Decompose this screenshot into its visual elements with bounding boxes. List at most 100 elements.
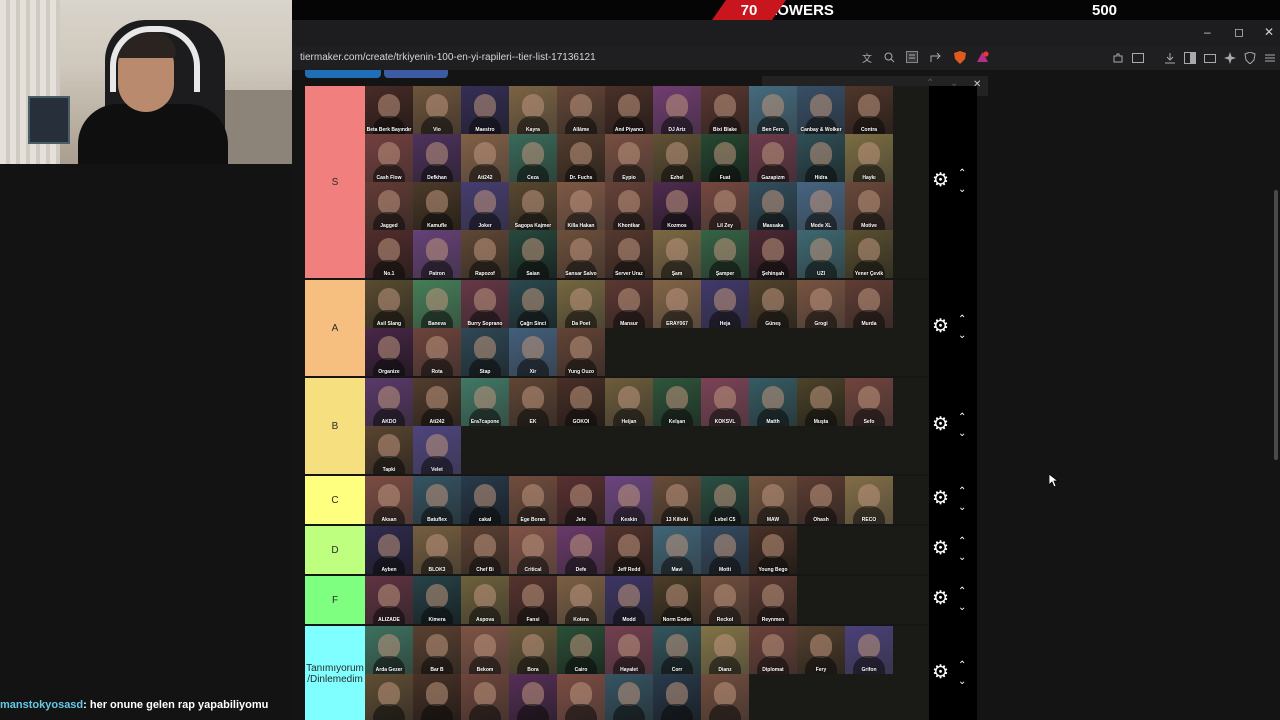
zoom-icon[interactable] — [884, 52, 895, 63]
rapper-card[interactable]: Grogi — [797, 280, 845, 328]
chevron-down-icon[interactable]: ⌄ — [958, 550, 966, 566]
rapper-card[interactable]: Fuat — [701, 134, 749, 182]
brave-shield-icon[interactable] — [954, 51, 966, 64]
url-field[interactable]: tiermaker.com/create/trkiyenin-100-en-yi… — [300, 52, 596, 63]
extensions-icon[interactable] — [1112, 52, 1124, 64]
gear-icon[interactable]: ⚙ — [932, 487, 949, 510]
rapper-card[interactable]: Mavi — [653, 526, 701, 574]
chevron-up-icon[interactable]: ⌃ — [958, 166, 966, 182]
move-tier-arrows[interactable]: ⌃ ⌄ — [958, 312, 966, 344]
restore-button[interactable]: ◻ — [1234, 25, 1244, 39]
rapper-card[interactable]: Kozmos — [653, 182, 701, 230]
rapper-card[interactable]: Allâme — [557, 86, 605, 134]
rapper-card[interactable]: Dr. Fuchs — [557, 134, 605, 182]
rapper-card[interactable]: Canbay & Wolker — [797, 86, 845, 134]
rapper-card[interactable]: KÖKSVL — [701, 378, 749, 426]
rapper-card[interactable]: Hayalet — [605, 626, 653, 674]
sidebar-icon[interactable] — [1184, 52, 1196, 64]
rapper-card[interactable]: Defe — [557, 526, 605, 574]
rapper-card[interactable]: Baneva — [413, 280, 461, 328]
rapper-card[interactable]: Reckol — [701, 576, 749, 624]
rapper-card[interactable]: Gazapizm — [749, 134, 797, 182]
chevron-up-icon[interactable]: ⌃ — [958, 658, 966, 674]
rapper-card[interactable] — [605, 674, 653, 720]
rapper-card[interactable]: Defkhan — [413, 134, 461, 182]
rapper-card[interactable]: BLOK3 — [413, 526, 461, 574]
gear-icon[interactable]: ⚙ — [932, 315, 949, 338]
rapper-card[interactable]: Velet — [413, 426, 461, 474]
rapper-card[interactable] — [461, 674, 509, 720]
rapper-card[interactable]: Bixi Blake — [701, 86, 749, 134]
rapper-card[interactable]: Kolera — [557, 576, 605, 624]
rapper-card[interactable]: Eypio — [605, 134, 653, 182]
rapper-card[interactable]: Tapki — [365, 426, 413, 474]
rapper-card[interactable]: Patron — [413, 230, 461, 278]
rapper-card[interactable] — [701, 674, 749, 720]
rapper-card[interactable] — [557, 674, 605, 720]
rapper-card[interactable]: Çağrı Sinci — [509, 280, 557, 328]
gear-icon[interactable]: ⚙ — [932, 169, 949, 192]
rapper-card[interactable]: Kelşan — [653, 378, 701, 426]
rapper-card[interactable]: Burry Soprano — [461, 280, 509, 328]
rapper-card[interactable]: Şam — [653, 230, 701, 278]
rapper-card[interactable]: Server Uraz — [605, 230, 653, 278]
brave-rewards-icon[interactable] — [976, 51, 989, 64]
rapper-card[interactable]: GOKOI — [557, 378, 605, 426]
tab-stub-1[interactable] — [305, 70, 381, 78]
minimize-button[interactable]: – — [1204, 25, 1211, 39]
rapper-card[interactable]: Beta Berk Bayındır — [365, 86, 413, 134]
rapper-card[interactable]: Khontkar — [605, 182, 653, 230]
rapper-card[interactable]: Jeff Redd — [605, 526, 653, 574]
tier-label[interactable]: F — [305, 576, 365, 624]
rapper-card[interactable]: UZI — [797, 230, 845, 278]
rapper-card[interactable]: Anıl Piyancı — [605, 86, 653, 134]
rapper-card[interactable]: Şamper — [701, 230, 749, 278]
rapper-card[interactable]: Aspova — [461, 576, 509, 624]
rapper-card[interactable]: Killa Hakan — [557, 182, 605, 230]
rapper-card[interactable]: Joker — [461, 182, 509, 230]
rapper-card[interactable]: cakal — [461, 476, 509, 524]
rapper-card[interactable]: Diplomat — [749, 626, 797, 674]
rapper-card[interactable]: Ati242 — [461, 134, 509, 182]
rapper-card[interactable]: Cash Flow — [365, 134, 413, 182]
rapper-card[interactable]: Maestro — [461, 86, 509, 134]
rapper-card[interactable]: Da Poet — [557, 280, 605, 328]
rapper-card[interactable]: Yung Ouzo — [557, 328, 605, 376]
rapper-card[interactable]: Vio — [413, 86, 461, 134]
chevron-down-icon[interactable]: ⌄ — [958, 674, 966, 690]
chevron-up-icon[interactable]: ⌃ — [958, 584, 966, 600]
rapper-card[interactable]: Ohash — [797, 476, 845, 524]
rapper-card[interactable]: MAW — [749, 476, 797, 524]
gear-icon[interactable]: ⚙ — [932, 413, 949, 436]
leo-ai-icon[interactable] — [1224, 52, 1236, 64]
close-window-button[interactable]: ✕ — [1264, 25, 1274, 39]
rapper-card[interactable]: Modd — [605, 576, 653, 624]
rapper-card[interactable]: ERAY067 — [653, 280, 701, 328]
rapper-card[interactable]: Aksan — [365, 476, 413, 524]
move-tier-arrows[interactable]: ⌃ ⌄ — [958, 410, 966, 442]
rapper-card[interactable]: Era7capone — [461, 378, 509, 426]
chevron-down-icon[interactable]: ⌄ — [958, 426, 966, 442]
rapper-card[interactable]: Norm Ender — [653, 576, 701, 624]
rapper-card[interactable]: Kamufle — [413, 182, 461, 230]
rapper-card[interactable]: Murda — [845, 280, 893, 328]
rapper-card[interactable]: Massaka — [749, 182, 797, 230]
tab-search-icon[interactable] — [1132, 52, 1144, 64]
rapper-card[interactable]: Grifon — [845, 626, 893, 674]
rapper-card[interactable]: Mode XL — [797, 182, 845, 230]
move-tier-arrows[interactable]: ⌃ ⌄ — [958, 484, 966, 516]
rapper-card[interactable]: Ben Fero — [749, 86, 797, 134]
rapper-card[interactable]: Chef Bi — [461, 526, 509, 574]
move-tier-arrows[interactable]: ⌃ ⌄ — [958, 166, 966, 198]
rapper-card[interactable] — [509, 674, 557, 720]
rapper-card[interactable]: Kimera — [413, 576, 461, 624]
rapper-card[interactable]: Matth — [749, 378, 797, 426]
chevron-up-icon[interactable]: ⌃ — [958, 410, 966, 426]
rapper-card[interactable]: Saian — [509, 230, 557, 278]
scrollbar[interactable] — [1274, 190, 1278, 460]
tab-stub-2[interactable] — [384, 70, 448, 78]
rapper-card[interactable]: Asil Slang — [365, 280, 413, 328]
rapper-card[interactable]: Kayra — [509, 86, 557, 134]
rapper-card[interactable]: Motive — [845, 182, 893, 230]
rapper-card[interactable]: Contra — [845, 86, 893, 134]
